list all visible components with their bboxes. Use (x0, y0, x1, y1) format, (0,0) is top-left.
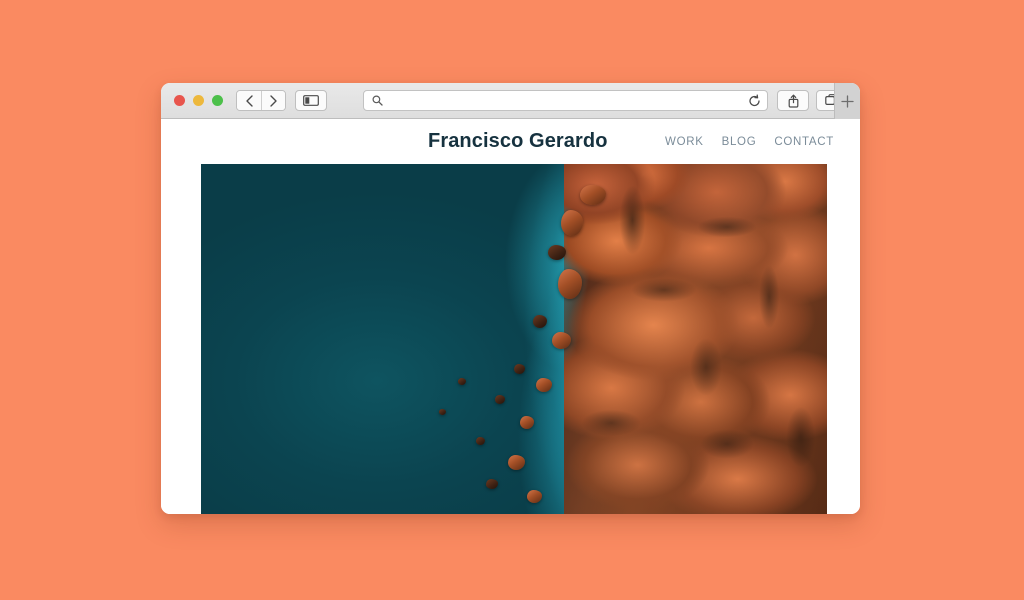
address-search-field[interactable] (363, 90, 768, 111)
search-icon (372, 95, 383, 106)
site-header: Francisco Gerardo WORK BLOG CONTACT (161, 119, 860, 164)
web-page-content: Francisco Gerardo WORK BLOG CONTACT (161, 119, 860, 514)
nav-link-work[interactable]: WORK (665, 136, 704, 148)
share-button[interactable] (777, 90, 809, 111)
nav-link-contact[interactable]: CONTACT (774, 136, 834, 148)
chevron-left-icon (245, 94, 253, 107)
reload-button[interactable] (748, 94, 761, 107)
browser-window: Francisco Gerardo WORK BLOG CONTACT (161, 83, 860, 514)
zoom-window-button[interactable] (212, 95, 223, 106)
hero-image (201, 164, 827, 514)
navigation-buttons (236, 90, 286, 111)
back-button[interactable] (237, 91, 261, 110)
browser-toolbar (161, 83, 860, 119)
plus-icon (841, 94, 854, 108)
site-navigation: WORK BLOG CONTACT (665, 136, 834, 148)
sidebar-toggle-button[interactable] (295, 90, 327, 111)
minimize-window-button[interactable] (193, 95, 204, 106)
nav-link-blog[interactable]: BLOG (722, 136, 757, 148)
reload-icon (749, 94, 760, 106)
window-controls (174, 95, 223, 106)
hero-scattered-boulders (201, 164, 827, 514)
site-title: Francisco Gerardo (428, 130, 608, 152)
chevron-right-icon (270, 94, 277, 107)
share-icon (788, 94, 798, 108)
sidebar-toggle-icon (303, 95, 319, 106)
search-input[interactable] (389, 95, 759, 106)
forward-button[interactable] (261, 91, 285, 110)
close-window-button[interactable] (174, 95, 185, 106)
new-tab-button[interactable] (834, 83, 860, 119)
